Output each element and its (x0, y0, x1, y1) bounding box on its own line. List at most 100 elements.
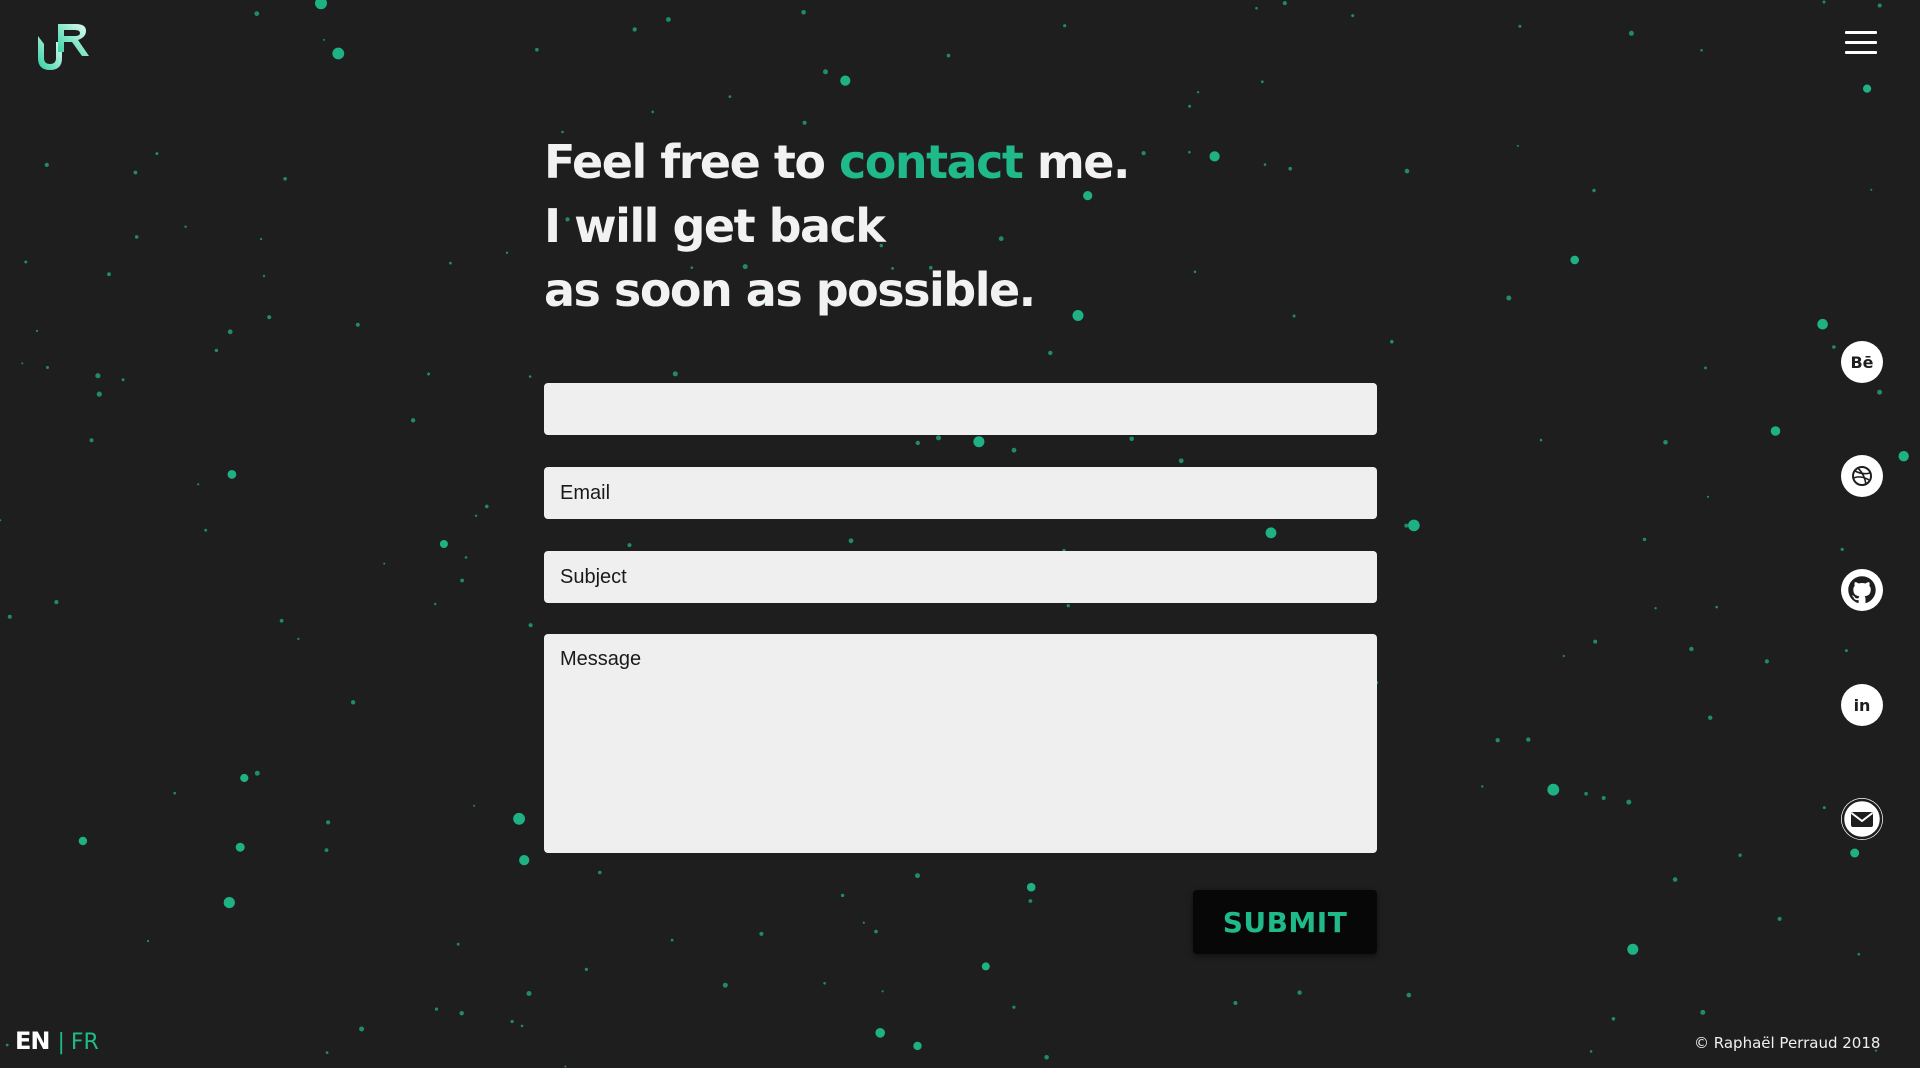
particle-dot (802, 120, 807, 125)
page-headline: Feel free to contact me. I will get back… (544, 130, 1131, 322)
particle-dot (1026, 882, 1036, 892)
social-link-github[interactable] (1841, 569, 1883, 611)
particle-dot (1708, 715, 1713, 720)
particle-dot (297, 637, 300, 641)
particle-dot (759, 931, 764, 936)
particle-dot (197, 483, 200, 486)
language-switcher: EN | FR (15, 1026, 99, 1058)
particle-dot (1832, 345, 1836, 349)
particle-dot (147, 939, 150, 943)
particle-dot (262, 274, 266, 278)
particle-dot (1288, 166, 1292, 171)
particle-dot (1689, 646, 1694, 652)
particle-dot (1063, 24, 1067, 28)
particle-dot (121, 378, 125, 382)
message-field[interactable] (544, 634, 1377, 853)
particle-dot (936, 435, 941, 441)
particle-dot (0, 519, 2, 522)
social-link-dribbble[interactable] (1841, 455, 1883, 497)
particle-dot (1700, 49, 1703, 52)
particle-dot (1700, 1009, 1706, 1015)
particle-dot (973, 436, 985, 448)
particle-dot (875, 1028, 885, 1038)
email-field[interactable] (544, 467, 1377, 519)
particle-dot (1777, 916, 1782, 921)
headline-text: me. (1022, 135, 1131, 189)
particle-dot (1672, 877, 1678, 882)
language-en[interactable]: EN (15, 1027, 50, 1055)
particle-dot (449, 261, 452, 265)
particle-dot (1562, 654, 1565, 658)
particle-dot (519, 855, 530, 866)
particle-dot (324, 848, 329, 852)
particle-dot (279, 618, 284, 623)
particle-dot (325, 1051, 329, 1054)
behance-icon: Bē (1850, 352, 1874, 372)
particle-dot (1390, 339, 1394, 344)
particle-dot (1406, 992, 1412, 998)
particle-dot (485, 504, 489, 509)
particle-dot (434, 1007, 439, 1011)
social-link-linkedin[interactable]: in (1841, 684, 1883, 726)
particle-dot (134, 235, 139, 239)
particle-dot (350, 700, 356, 705)
particle-dot (5, 1043, 9, 1047)
subject-field[interactable] (544, 551, 1377, 603)
particle-dot (840, 75, 851, 86)
particle-dot (840, 893, 845, 898)
particle-dot (383, 562, 386, 565)
particle-dot (1495, 738, 1500, 743)
particle-dot (823, 69, 828, 75)
github-icon (1841, 569, 1883, 611)
menu-button[interactable] (1841, 28, 1881, 58)
social-link-behance[interactable]: Bē (1841, 341, 1883, 383)
particle-dot (1584, 791, 1588, 796)
particle-dot (1844, 649, 1848, 653)
particle-dot (666, 17, 671, 22)
particle-dot (1706, 495, 1710, 498)
particle-dot (981, 962, 990, 971)
submit-button[interactable]: SUBMIT (1193, 890, 1377, 954)
particle-dot (240, 773, 249, 783)
name-field[interactable] (544, 383, 1377, 435)
mail-icon (1841, 798, 1883, 840)
particle-dot (1012, 1005, 1016, 1009)
particle-dot (1764, 659, 1769, 664)
particle-dot (1028, 899, 1033, 903)
particle-dot (1770, 426, 1781, 436)
particle-dot (474, 514, 478, 517)
particle-dot (7, 614, 12, 619)
particle-dot (434, 602, 437, 606)
particle-dot (672, 371, 678, 377)
logo[interactable] (34, 22, 90, 74)
particle-dot (1481, 785, 1484, 788)
hamburger-menu-icon (1845, 31, 1877, 34)
particle-dot (1870, 188, 1873, 191)
social-link-mail[interactable] (1841, 798, 1883, 840)
particle-dot (227, 329, 233, 335)
particle-dot (564, 1065, 567, 1068)
headline-line-3: as soon as possible. (544, 263, 1036, 317)
particle-dot (1704, 366, 1707, 370)
particle-dot (460, 578, 464, 583)
particle-dot (35, 329, 39, 332)
language-fr[interactable]: FR (71, 1030, 99, 1055)
particle-dot (1715, 605, 1718, 609)
particle-dot (1129, 436, 1134, 442)
logo-monogram-icon (38, 24, 89, 70)
particle-dot (214, 348, 219, 353)
particle-dot (359, 1026, 365, 1032)
particle-dot (1642, 537, 1647, 542)
particle-dot (1282, 1, 1287, 6)
contact-page: Feel free to contact me. I will get back… (0, 0, 1920, 1068)
particle-dot (1663, 440, 1668, 445)
particle-dot (848, 538, 854, 544)
particle-dot (95, 373, 101, 379)
particle-dot (862, 921, 865, 924)
particle-dot (1857, 952, 1861, 956)
particle-dot (1188, 150, 1191, 154)
particle-dot (1547, 783, 1560, 796)
particle-dot (915, 440, 920, 446)
particle-dot (1263, 163, 1267, 166)
particle-dot (1193, 270, 1197, 274)
